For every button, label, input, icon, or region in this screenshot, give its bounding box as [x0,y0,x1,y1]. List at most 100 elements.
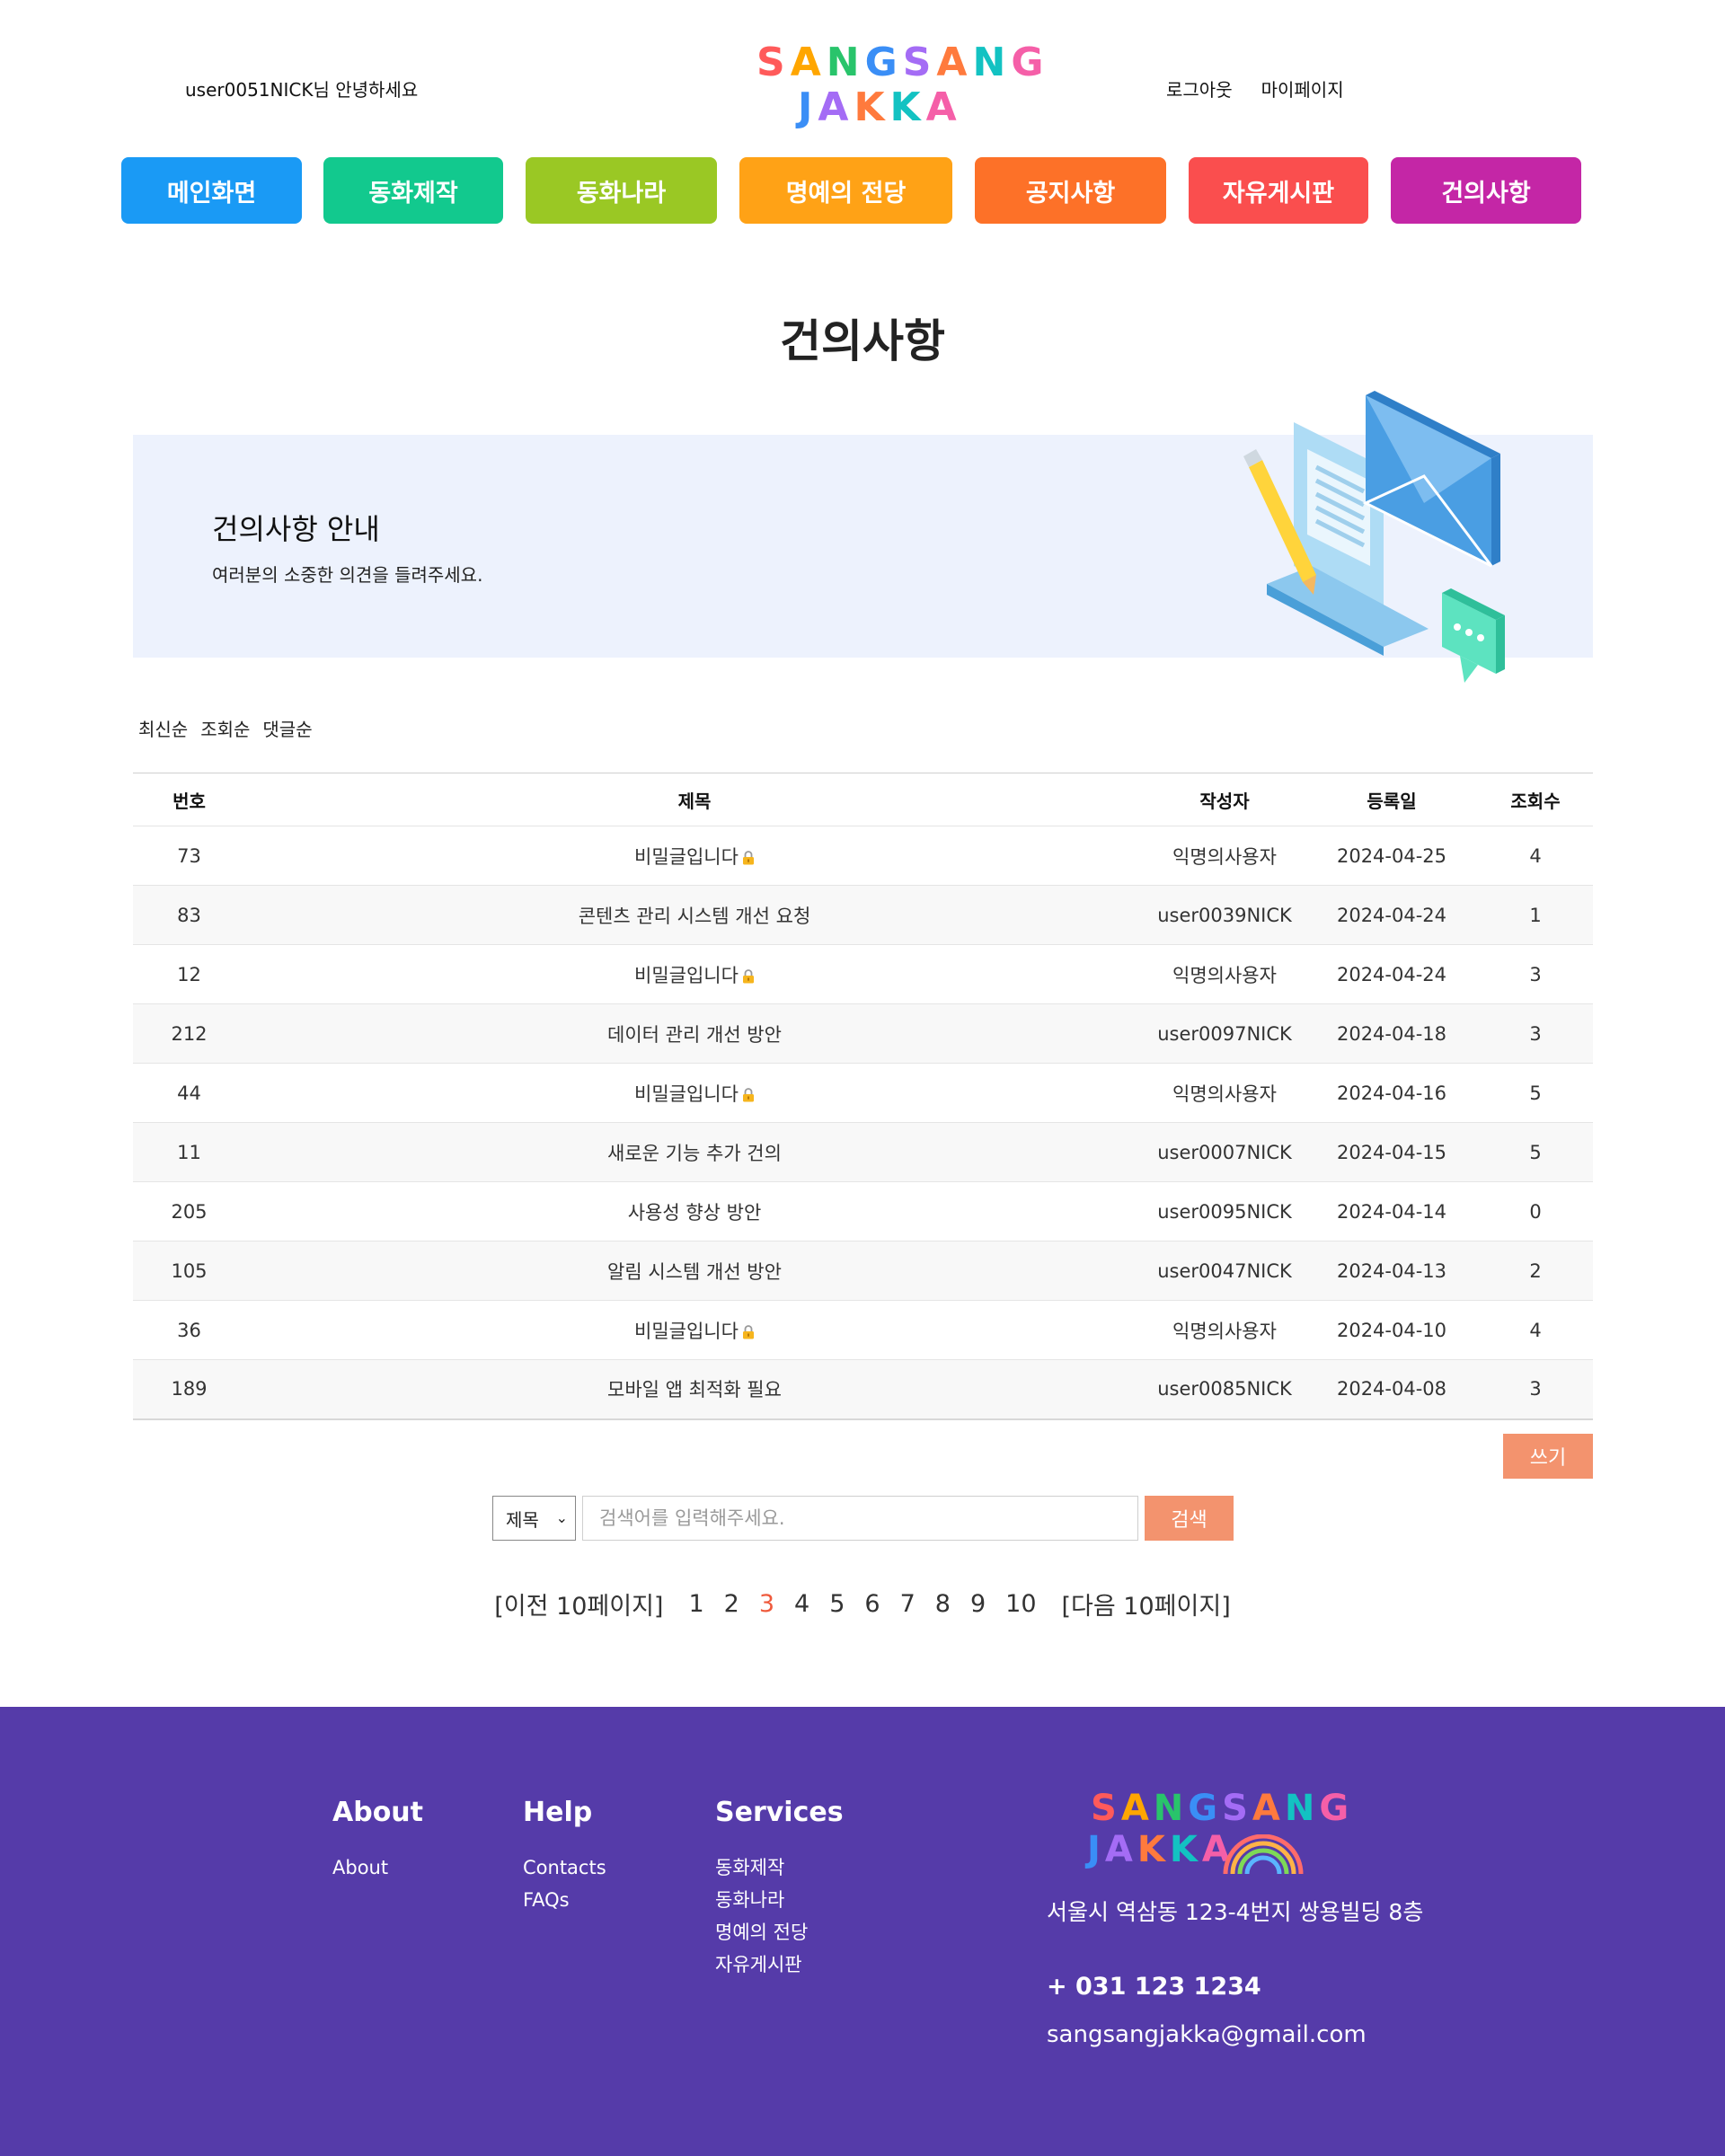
account-links: 로그아웃 마이페이지 [1166,75,1344,102]
row-number: 44 [133,1063,245,1123]
table-row[interactable]: 205 사용성 향상 방안 user0095NICK 2024-04-14 0 [133,1181,1593,1241]
footer-about-column: About About [332,1797,423,1884]
footer-link-contacts[interactable]: Contacts [523,1851,606,1884]
nav-main[interactable]: 메인화면 [121,157,302,224]
logout-link[interactable]: 로그아웃 [1166,75,1233,102]
row-title[interactable]: 새로운 기능 추가 건의 [245,1122,1144,1182]
nav-suggestions[interactable]: 건의사항 [1391,157,1581,224]
footer-link-story-land[interactable]: 동화나라 [715,1884,844,1916]
row-title[interactable]: 데이터 관리 개선 방안 [245,1003,1144,1064]
row-number: 12 [133,944,245,1004]
row-title[interactable]: 비밀글입니다 [245,944,1144,1004]
col-date: 등록일 [1305,773,1478,826]
row-views: 3 [1478,1359,1593,1420]
search-field-select[interactable]: 제목 ⌄ [492,1496,576,1541]
row-date: 2024-04-18 [1305,1003,1478,1064]
footer-link-story-create[interactable]: 동화제작 [715,1851,844,1884]
row-title[interactable]: 콘텐츠 관리 시스템 개선 요청 [245,885,1144,945]
sort-views[interactable]: 조회순 [200,715,250,741]
footer-email[interactable]: sangsangjakka@gmail.com [1047,2021,1367,2048]
row-author: 익명의사용자 [1144,1300,1305,1360]
sort-comments[interactable]: 댓글순 [262,715,312,741]
row-views: 3 [1478,944,1593,1004]
row-date: 2024-04-08 [1305,1359,1478,1420]
page-number[interactable]: 9 [970,1590,986,1618]
page-number[interactable]: 1 [688,1590,703,1618]
page-number[interactable]: 7 [900,1590,916,1618]
row-title-text: 비밀글입니다 [634,845,739,868]
row-title-text: 데이터 관리 개선 방안 [607,1023,782,1046]
mypage-link[interactable]: 마이페이지 [1261,75,1344,102]
footer-link-hall-of-fame[interactable]: 명예의 전당 [715,1916,844,1948]
col-views: 조회수 [1478,773,1593,826]
page-numbers: 1 2 3 4 5 6 7 8 9 10 [688,1590,1036,1618]
search-input[interactable] [582,1496,1138,1541]
table-row[interactable]: 11 새로운 기능 추가 건의 user0007NICK 2024-04-15 5 [133,1122,1593,1182]
footer-logo-line-2: JAKKA [1087,1829,1234,1870]
suggestion-table: 번호 제목 작성자 등록일 조회수 73 비밀글입니다 익명의사용자 2024-04-… [133,773,1593,1420]
site-logo[interactable]: SANGSANG JAKKA [753,40,1043,133]
row-author: user0047NICK [1144,1241,1305,1301]
row-title[interactable]: 알림 시스템 개선 방안 [245,1241,1144,1301]
row-date: 2024-04-16 [1305,1063,1478,1123]
row-date: 2024-04-14 [1305,1181,1478,1241]
footer-services-column: Services 동화제작 동화나라 명예의 전당 자유게시판 [715,1797,844,1981]
footer-logo: SANGSANG JAKKA [1087,1788,1349,1878]
row-views: 5 [1478,1063,1593,1123]
page-title: 건의사항 [780,315,945,367]
row-title[interactable]: 모바일 앱 최적화 필요 [245,1359,1144,1420]
row-title[interactable]: 사용성 향상 방안 [245,1181,1144,1241]
row-date: 2024-04-24 [1305,885,1478,945]
row-title[interactable]: 비밀글입니다 [245,1300,1144,1360]
footer-link-faqs[interactable]: FAQs [523,1884,606,1916]
row-author: 익명의사용자 [1144,944,1305,1004]
lock-icon [742,850,754,864]
footer-link-about[interactable]: About [332,1851,423,1884]
row-number: 189 [133,1359,245,1420]
row-number: 105 [133,1241,245,1301]
page-number[interactable]: 3 [759,1590,774,1618]
table-row[interactable]: 212 데이터 관리 개선 방안 user0097NICK 2024-04-18 3 [133,1003,1593,1064]
footer-link-free-board[interactable]: 자유게시판 [715,1948,844,1981]
col-number: 번호 [133,773,245,826]
row-date: 2024-04-13 [1305,1241,1478,1301]
nav-hall-of-fame[interactable]: 명예의 전당 [739,157,952,224]
row-author: user0095NICK [1144,1181,1305,1241]
page-number[interactable]: 4 [794,1590,809,1618]
logo-line-1: SANGSANG [756,40,1049,85]
table-row[interactable]: 83 콘텐츠 관리 시스템 개선 요청 user0039NICK 2024-04-24… [133,885,1593,945]
nav-story-land[interactable]: 동화나라 [526,157,717,224]
footer-help-heading: Help [523,1797,593,1828]
page-number[interactable]: 8 [935,1590,951,1618]
page-number[interactable]: 6 [864,1590,880,1618]
nav-story-create[interactable]: 동화제작 [323,157,503,224]
sort-latest[interactable]: 최신순 [138,715,188,741]
page-number[interactable]: 5 [829,1590,845,1618]
table-row[interactable]: 73 비밀글입니다 익명의사용자 2024-04-25 4 [133,826,1593,886]
row-title-text: 콘텐츠 관리 시스템 개선 요청 [578,905,811,927]
rainbow-icon [1223,1834,1304,1875]
row-number: 73 [133,826,245,886]
prev-10-pages[interactable]: [이전 10페이지] [494,1586,663,1621]
table-row[interactable]: 36 비밀글입니다 익명의사용자 2024-04-10 4 [133,1300,1593,1360]
page-number[interactable]: 2 [724,1590,739,1618]
footer-services-heading: Services [715,1797,844,1828]
table-row[interactable]: 12 비밀글입니다 익명의사용자 2024-04-24 3 [133,944,1593,1004]
row-title[interactable]: 비밀글입니다 [245,1063,1144,1123]
page-number[interactable]: 10 [1005,1590,1036,1618]
nav-notice[interactable]: 공지사항 [975,157,1166,224]
nav-free-board[interactable]: 자유게시판 [1189,157,1368,224]
write-button[interactable]: 쓰기 [1503,1434,1593,1479]
site-header: user0051NICK님 안녕하세요 SANGSANG JAKKA 로그아웃 … [0,0,1725,144]
search-button[interactable]: 검색 [1145,1496,1234,1541]
table-row[interactable]: 189 모바일 앱 최적화 필요 user0085NICK 2024-04-08 3 [133,1359,1593,1420]
row-views: 3 [1478,1003,1593,1064]
row-title[interactable]: 비밀글입니다 [245,826,1144,886]
row-views: 2 [1478,1241,1593,1301]
lock-icon [742,968,754,983]
next-10-pages[interactable]: [다음 10페이지] [1062,1586,1231,1621]
row-views: 0 [1478,1181,1593,1241]
table-row[interactable]: 105 알림 시스템 개선 방안 user0047NICK 2024-04-13 2 [133,1241,1593,1301]
row-views: 1 [1478,885,1593,945]
table-row[interactable]: 44 비밀글입니다 익명의사용자 2024-04-16 5 [133,1063,1593,1123]
